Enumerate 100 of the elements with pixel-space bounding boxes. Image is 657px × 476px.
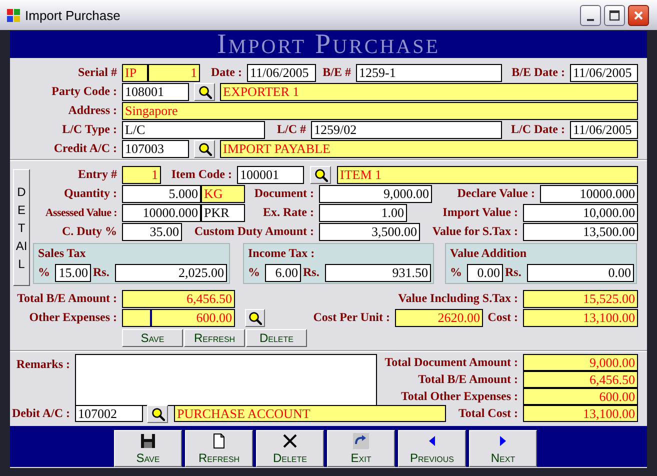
display-field: 13,100.00 [523,308,638,326]
search-button[interactable] [245,308,265,326]
input-field[interactable]: 11/06/2005 [570,64,638,82]
form-button[interactable]: Refresh [184,329,245,347]
field-label: Address : [67,103,118,118]
display-field: IP [122,64,148,82]
field-label: Document : [253,186,315,201]
toolbar-button[interactable]: Delete [256,430,324,467]
window-title: Import Purchase [25,8,120,22]
input-field[interactable]: 13,500.00 [523,222,638,240]
panel-title: Value Addition [450,246,528,262]
display-field: EXPORTER 1 [220,82,638,100]
field-label: Quantity : [62,186,118,201]
input-field[interactable]: 100001 [237,166,304,184]
display-field: 13,100.00 [523,405,638,422]
field-label: Import Value : [442,205,519,220]
toolbar-button[interactable]: Exit [327,430,395,467]
remarks-field[interactable] [75,354,377,406]
field-label: Cost : [486,310,519,325]
search-icon [198,84,212,98]
field-label: Rs. [302,265,320,280]
input-field[interactable]: 6.00 [265,264,301,282]
field-label: Party Code : [50,84,118,99]
display-field: 1 [148,64,200,82]
form-button[interactable]: Save [122,329,183,347]
input-field[interactable]: 11/06/2005 [570,120,638,138]
input-field[interactable]: 5.000 [122,184,201,202]
search-button[interactable] [310,166,331,184]
input-field[interactable]: 1259/02 [311,120,502,138]
close-button[interactable] [628,4,649,26]
toolbar-button[interactable]: Previous [398,430,466,467]
field-label: % [38,265,51,280]
field-label: Assessed Value : [44,206,118,218]
search-button[interactable] [194,140,215,158]
input-field[interactable]: 108001 [122,82,189,100]
input-field[interactable]: 3,500.00 [319,222,420,240]
field-label: Custom Duty Amount : [193,224,315,239]
form-button[interactable]: Delete [246,329,307,347]
search-icon [248,310,262,324]
display-field: ITEM 1 [337,166,638,184]
input-field[interactable]: 11/06/2005 [247,64,316,82]
toolbar-button[interactable]: Save [114,430,182,467]
display-field: PURCHASE ACCOUNT [174,405,446,422]
toolbar-button[interactable]: Next [469,430,537,467]
input-field[interactable]: 1.00 [319,204,407,222]
field-label: Value for S.Tax : [431,224,519,239]
input-field[interactable]: 10,000.00 [523,204,638,222]
field-label: C. Duty % [60,224,118,239]
input-field[interactable]: 2,025.00 [115,264,227,282]
field-label: Date : [210,65,243,80]
input-field[interactable]: 15.00 [55,264,91,282]
display-field: KG [201,184,245,202]
input-field[interactable]: 107002 [75,405,143,422]
input-field[interactable]: 1259-1 [356,64,502,82]
field-label: Total B/E Amount : [417,372,519,387]
display-field: 600.00 [122,308,235,326]
minimize-icon [587,18,594,20]
field-label: Total B/E Amount : [16,291,118,306]
detail-button[interactable]: DETAIL [13,169,30,286]
field-label: % [248,265,261,280]
field-label: B/E Date : [510,65,566,80]
search-icon [198,142,212,156]
field-label: B/E # [322,65,352,80]
search-button[interactable] [147,404,168,422]
search-button[interactable] [194,82,215,100]
panel-title: Sales Tax [38,246,87,262]
field-label: Debit A/C : [11,406,71,421]
field-label: Total Cost : [457,406,519,421]
input-field[interactable]: PKR [201,204,245,222]
cross-icon [282,433,298,449]
input-field[interactable]: 107003 [122,140,189,158]
field-label: Credit A/C : [52,141,118,156]
display-field: 6,456.50 [122,290,235,308]
display-field: 6,456.50 [523,371,638,388]
field-label: Cost Per Unit : [312,310,391,325]
field-label: Entry # [77,167,118,182]
display-field: 600.00 [523,388,638,405]
field-label: Value Including S.Tax : [397,291,519,306]
input-field[interactable]: 35.00 [122,222,182,240]
search-icon [150,406,164,420]
input-field[interactable]: 931.50 [325,264,431,282]
toolbar-button[interactable]: Refresh [185,430,253,467]
form-title: Import Purchase [217,31,440,58]
field-label: Total Other Expenses : [400,389,519,404]
input-field[interactable]: 0.00 [467,264,503,282]
input-field[interactable]: 10000.000 [540,184,638,202]
input-field[interactable]: L/C [122,120,265,138]
field-label: Declare Value : [456,186,536,201]
field-label: Total Document Amount : [384,355,519,370]
panel-title: Income Tax : [248,246,316,262]
input-field[interactable]: 9,000.00 [319,184,432,202]
input-field[interactable]: 0.00 [527,264,634,282]
field-label: Remarks : [15,357,71,372]
maximize-button[interactable] [604,4,625,26]
display-field: Singapore [122,102,638,120]
field-label: Ex. Rate : [262,205,315,220]
input-field[interactable]: 10000.000 [122,204,201,222]
minimize-button[interactable] [580,4,601,26]
display-field: 9,000.00 [523,354,638,371]
search-icon [314,168,328,182]
